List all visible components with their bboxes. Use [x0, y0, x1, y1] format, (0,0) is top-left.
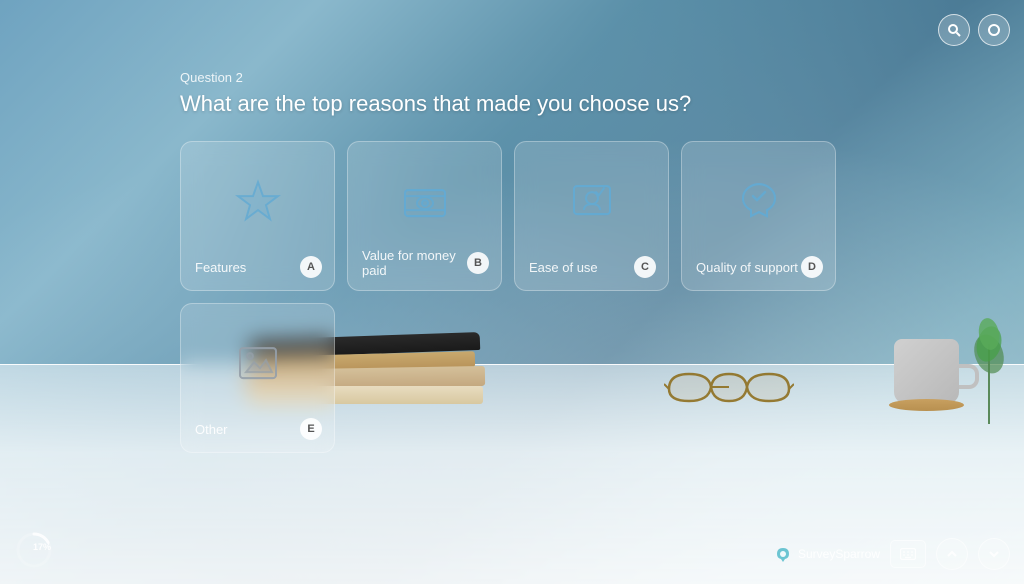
option-value[interactable]: Value for money paid B — [347, 141, 502, 291]
progress-indicator: 17% — [14, 530, 54, 570]
progress-text: 17% — [33, 543, 51, 552]
ease-icon — [566, 176, 618, 233]
support-icon — [733, 176, 785, 233]
main-content: Question 2 What are the top reasons that… — [0, 0, 1024, 584]
value-label: Value for money paid — [362, 248, 467, 278]
ease-label: Ease of use — [529, 260, 598, 275]
option-support[interactable]: Quality of support D — [681, 141, 836, 291]
features-label: Features — [195, 260, 246, 275]
features-badge: A — [300, 256, 322, 278]
ease-badge: C — [634, 256, 656, 278]
question-number: Question 2 — [180, 70, 1024, 85]
nav-down-button[interactable] — [978, 538, 1010, 570]
question-title: What are the top reasons that made you c… — [180, 91, 1024, 117]
other-badge: E — [300, 418, 322, 440]
bottom-bar: SurveySparrow — [773, 538, 1010, 570]
other-label: Other — [195, 422, 228, 437]
option-ease[interactable]: Ease of use C — [514, 141, 669, 291]
options-grid: Features A Value for money paid B — [180, 141, 1024, 453]
support-badge: D — [801, 256, 823, 278]
keyboard-button[interactable] — [890, 540, 926, 568]
features-icon — [232, 176, 284, 233]
support-label: Quality of support — [696, 260, 798, 275]
other-icon — [232, 338, 284, 395]
value-badge: B — [467, 252, 489, 274]
branding-name: SurveySparrow — [798, 547, 880, 561]
value-icon — [399, 176, 451, 233]
nav-up-button[interactable] — [936, 538, 968, 570]
option-features[interactable]: Features A — [180, 141, 335, 291]
branding: SurveySparrow — [773, 544, 880, 564]
option-other[interactable]: Other E — [180, 303, 335, 453]
